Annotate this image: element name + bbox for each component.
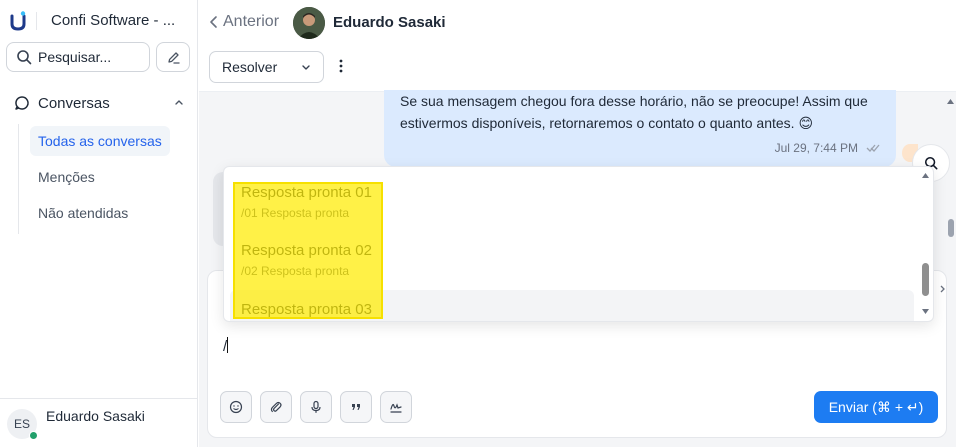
resolve-button[interactable]: Resolver [209,51,324,83]
brand-divider [36,12,37,30]
signature-button[interactable] [380,391,412,423]
sidebar-item-unattended[interactable]: Não atendidas [30,198,136,228]
back-label: Anterior [223,13,280,30]
canned-response-title: Resposta pronta 03 [241,301,372,318]
chat-bubble-icon [14,95,30,111]
outgoing-message[interactable]: Se sua mensagem chegou fora desse horári… [384,90,896,167]
double-check-icon [866,143,880,153]
dropdown-scrollbar-thumb[interactable] [922,263,929,296]
back-button[interactable]: Anterior [209,13,279,31]
conversations-section-toggle[interactable]: Conversas [14,93,184,113]
message-time: Jul 29, 7:44 PM [774,141,858,155]
emoji-icon [229,400,243,414]
more-options-icon[interactable] [339,58,343,74]
text-caret [227,337,229,353]
account-name[interactable]: Confi Software - ... [51,12,175,29]
chevron-up-icon [174,97,184,107]
record-audio-button[interactable] [300,391,332,423]
chevron-left-icon [209,15,219,29]
search-box[interactable] [6,42,150,72]
canned-response-shortcut: /01 Resposta pronta [241,206,350,220]
canned-response-item[interactable]: Resposta pronta 01 /01 Resposta pronta [224,167,916,221]
search-icon [16,49,32,65]
message-text: Se sua mensagem chegou fora desse horári… [400,93,868,131]
composer-toolbar [220,391,412,423]
canned-response-item[interactable]: Resposta pronta 02 /02 Resposta pronta [224,225,916,279]
paperclip-icon [269,400,283,414]
nav-rail [18,124,19,234]
canned-responses-dropdown[interactable]: Resposta pronta 01 /01 Resposta pronta R… [223,166,934,322]
canned-response-title: Resposta pronta 02 [241,242,372,259]
canned-response-title: Resposta pronta 01 [241,184,372,201]
expand-icon[interactable] [939,283,947,293]
resolve-label: Resolver [222,59,278,75]
signature-icon [389,400,403,414]
user-name: Eduardo Sasaki [46,408,145,424]
microphone-icon [309,400,323,414]
online-status-dot [29,431,38,440]
pencil-square-icon [166,50,181,65]
sidebar: Confi Software - ... Conversas Todas as … [0,0,198,447]
search-input[interactable] [38,49,138,65]
reply-text-input[interactable]: / [223,337,229,355]
sidebar-footer[interactable]: ES Eduardo Sasaki [0,398,198,447]
send-button[interactable]: Enviar (⌘ + ↵) [814,391,938,423]
message-meta: Jul 29, 7:44 PM [775,141,880,155]
brand-logo-icon[interactable] [9,10,27,32]
sidebar-item-mentions[interactable]: Menções [30,162,103,192]
scroll-up-arrow-icon[interactable] [946,98,955,105]
canned-response-item-selected[interactable]: Resposta pronta 03 [230,290,914,321]
new-conversation-button[interactable] [156,42,190,72]
conversations-section-label: Conversas [38,94,110,112]
scroll-down-arrow-icon[interactable] [921,308,930,315]
scroll-up-arrow-icon[interactable] [921,172,930,179]
sidebar-item-all-conversations[interactable]: Todas as conversas [30,126,170,156]
quote-icon [349,400,363,414]
canned-response-shortcut: /02 Resposta pronta [241,264,350,278]
contact-avatar[interactable] [293,7,325,39]
emoji-button[interactable] [220,391,252,423]
attach-button[interactable] [260,391,292,423]
canned-response-button[interactable] [340,391,372,423]
chat-scrollbar-thumb[interactable] [948,219,954,237]
contact-name[interactable]: Eduardo Sasaki [333,14,446,31]
chevron-down-icon [301,63,311,73]
